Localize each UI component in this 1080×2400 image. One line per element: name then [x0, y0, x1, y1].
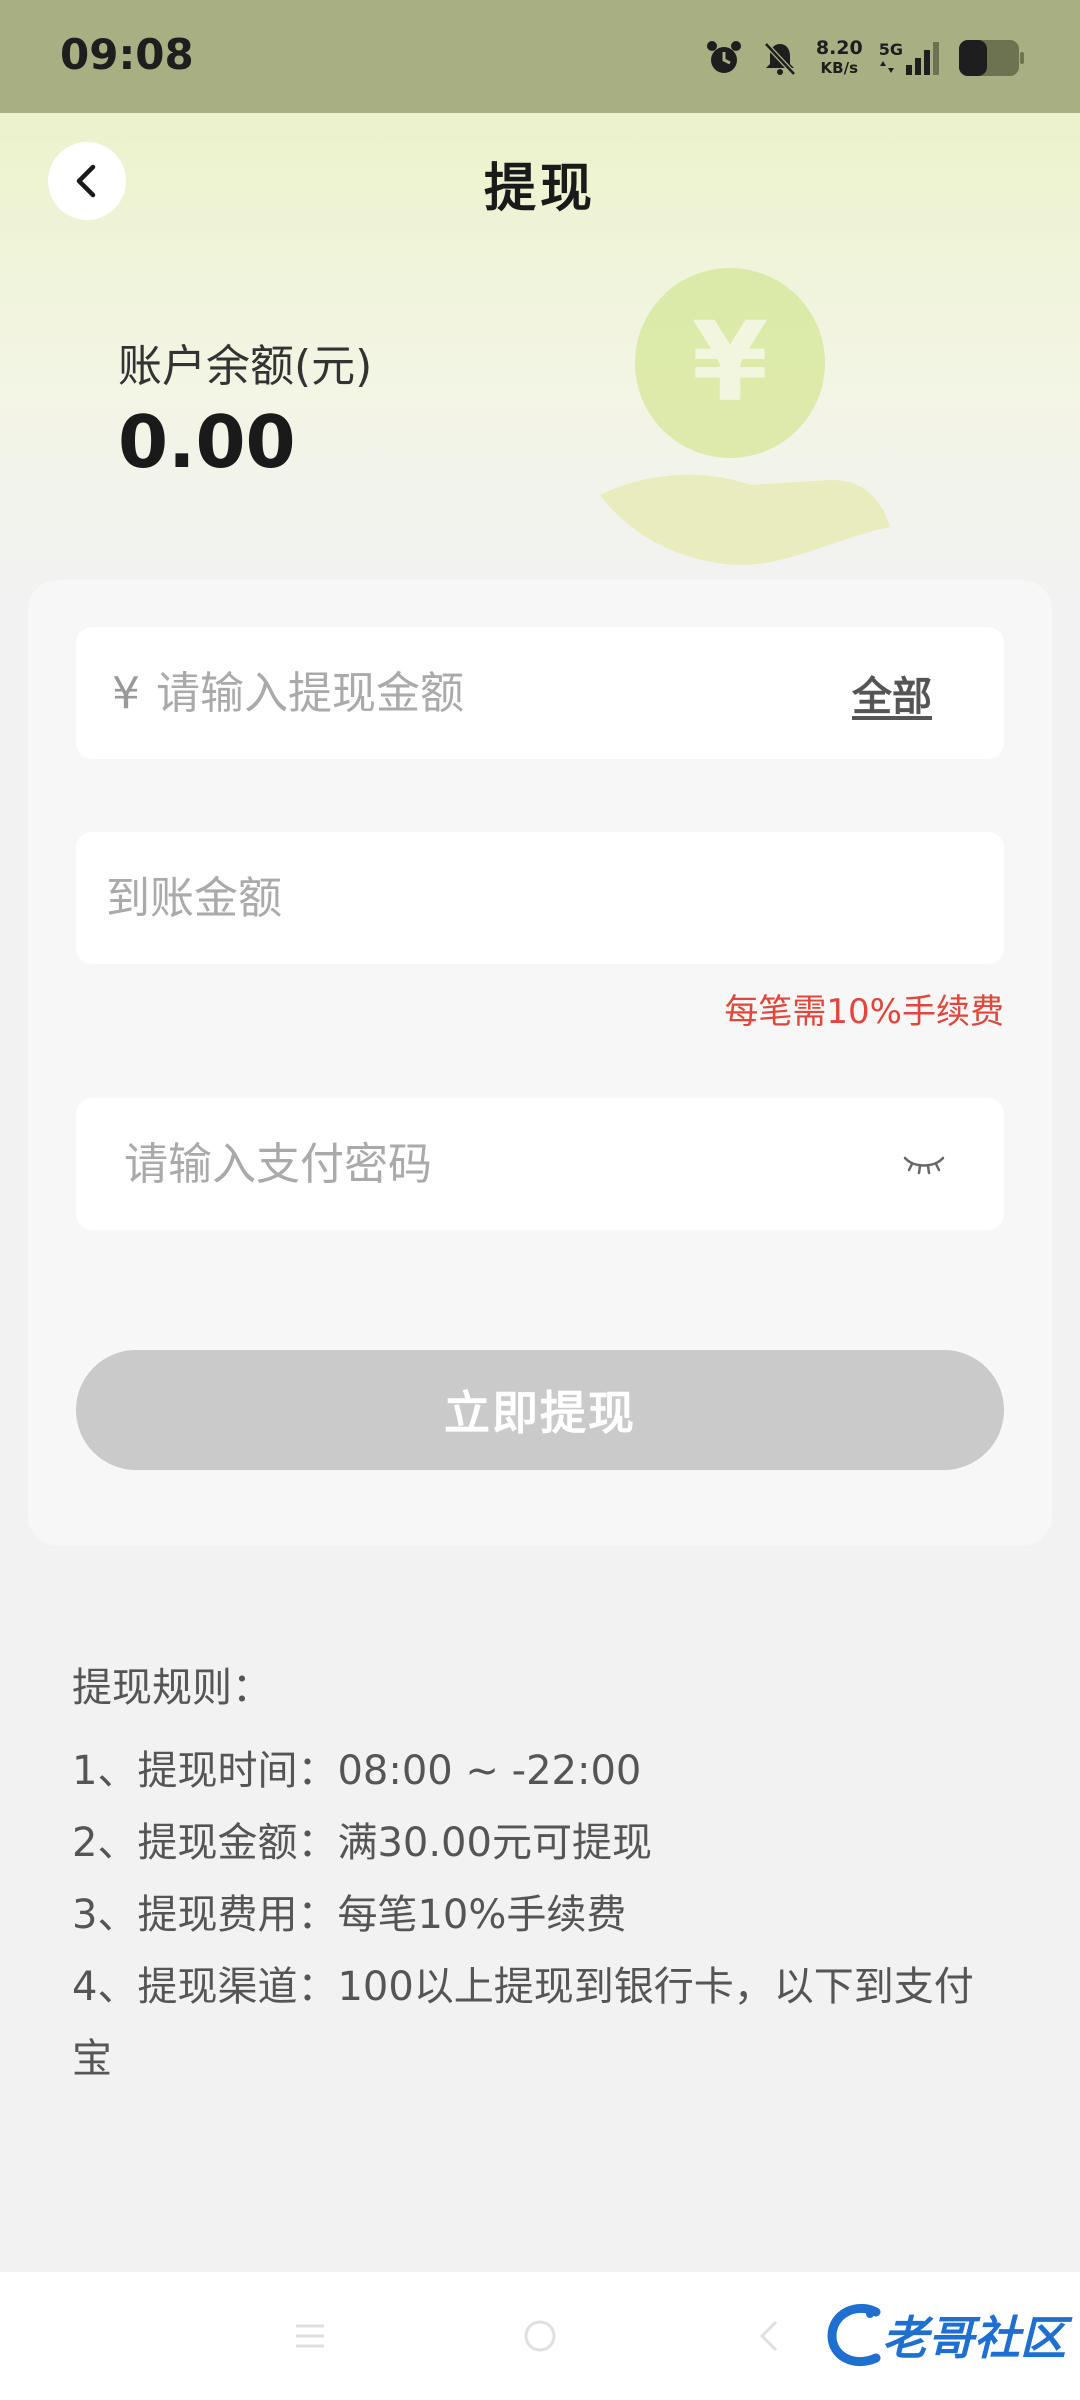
yen-symbol: ¥ [112, 667, 140, 719]
status-icons: 8.20 KB/s 5G [704, 30, 1024, 86]
nav-back-icon[interactable] [750, 2316, 790, 2356]
amount-field: ¥ 全部 [76, 626, 1004, 760]
dragon-logo-icon [827, 2303, 881, 2367]
withdraw-all-link[interactable]: 全部 [852, 664, 932, 722]
net-speed-value: 8.20 [815, 37, 863, 59]
rule-item: 2、提现金额：满30.00元可提现 [72, 1820, 652, 1866]
signal-icon [906, 42, 939, 75]
rule-item: 4、提现渠道：100以上提现到银行卡，以下到支付宝 [72, 1964, 974, 2082]
mute-bell-icon [760, 38, 800, 78]
svg-text:¥: ¥ [692, 298, 769, 426]
data-arrows-icon [879, 61, 894, 73]
watermark-logo: 老哥社区 [826, 2300, 1066, 2370]
network-type: 5G [878, 40, 903, 59]
page-title: 提现 [483, 159, 596, 219]
received-amount-input[interactable] [76, 831, 1004, 965]
coin-hand-icon: ¥ [600, 268, 890, 565]
password-field [76, 1097, 1004, 1231]
rules-title: 提现规则： [72, 1665, 272, 1711]
alarm-icon [704, 38, 744, 78]
status-time: 09:08 [60, 30, 194, 79]
fee-note: 每笔需10%手续费 [724, 992, 1004, 1032]
password-input[interactable] [76, 1097, 902, 1231]
withdraw-submit-button[interactable]: 立即提现 [76, 1350, 1004, 1470]
balance-value: 0.00 [118, 400, 296, 484]
nav-home-icon[interactable] [520, 2316, 560, 2356]
eye-closed-icon[interactable] [902, 1152, 946, 1176]
withdraw-rules: 提现规则： 1、提现时间：08:00 ~ -22:00 2、提现金额：满30.0… [72, 1655, 1012, 2095]
balance-label: 账户余额(元) [118, 341, 373, 392]
amount-input[interactable] [154, 626, 852, 760]
network-group: 5G [879, 41, 942, 75]
status-bar: 09:08 8.20 KB/s 5G [0, 0, 1080, 113]
net-speed: 8.20 KB/s [816, 38, 863, 78]
nav-menu-icon[interactable] [290, 2316, 330, 2356]
battery-icon [958, 39, 1024, 77]
received-amount-field [76, 831, 1004, 965]
rule-item: 3、提现费用：每笔10%手续费 [72, 1892, 627, 1938]
watermark-text: 老哥社区 [882, 2311, 1066, 2365]
rule-item: 1、提现时间：08:00 ~ -22:00 [72, 1748, 642, 1794]
net-speed-unit: KB/s [820, 59, 859, 77]
